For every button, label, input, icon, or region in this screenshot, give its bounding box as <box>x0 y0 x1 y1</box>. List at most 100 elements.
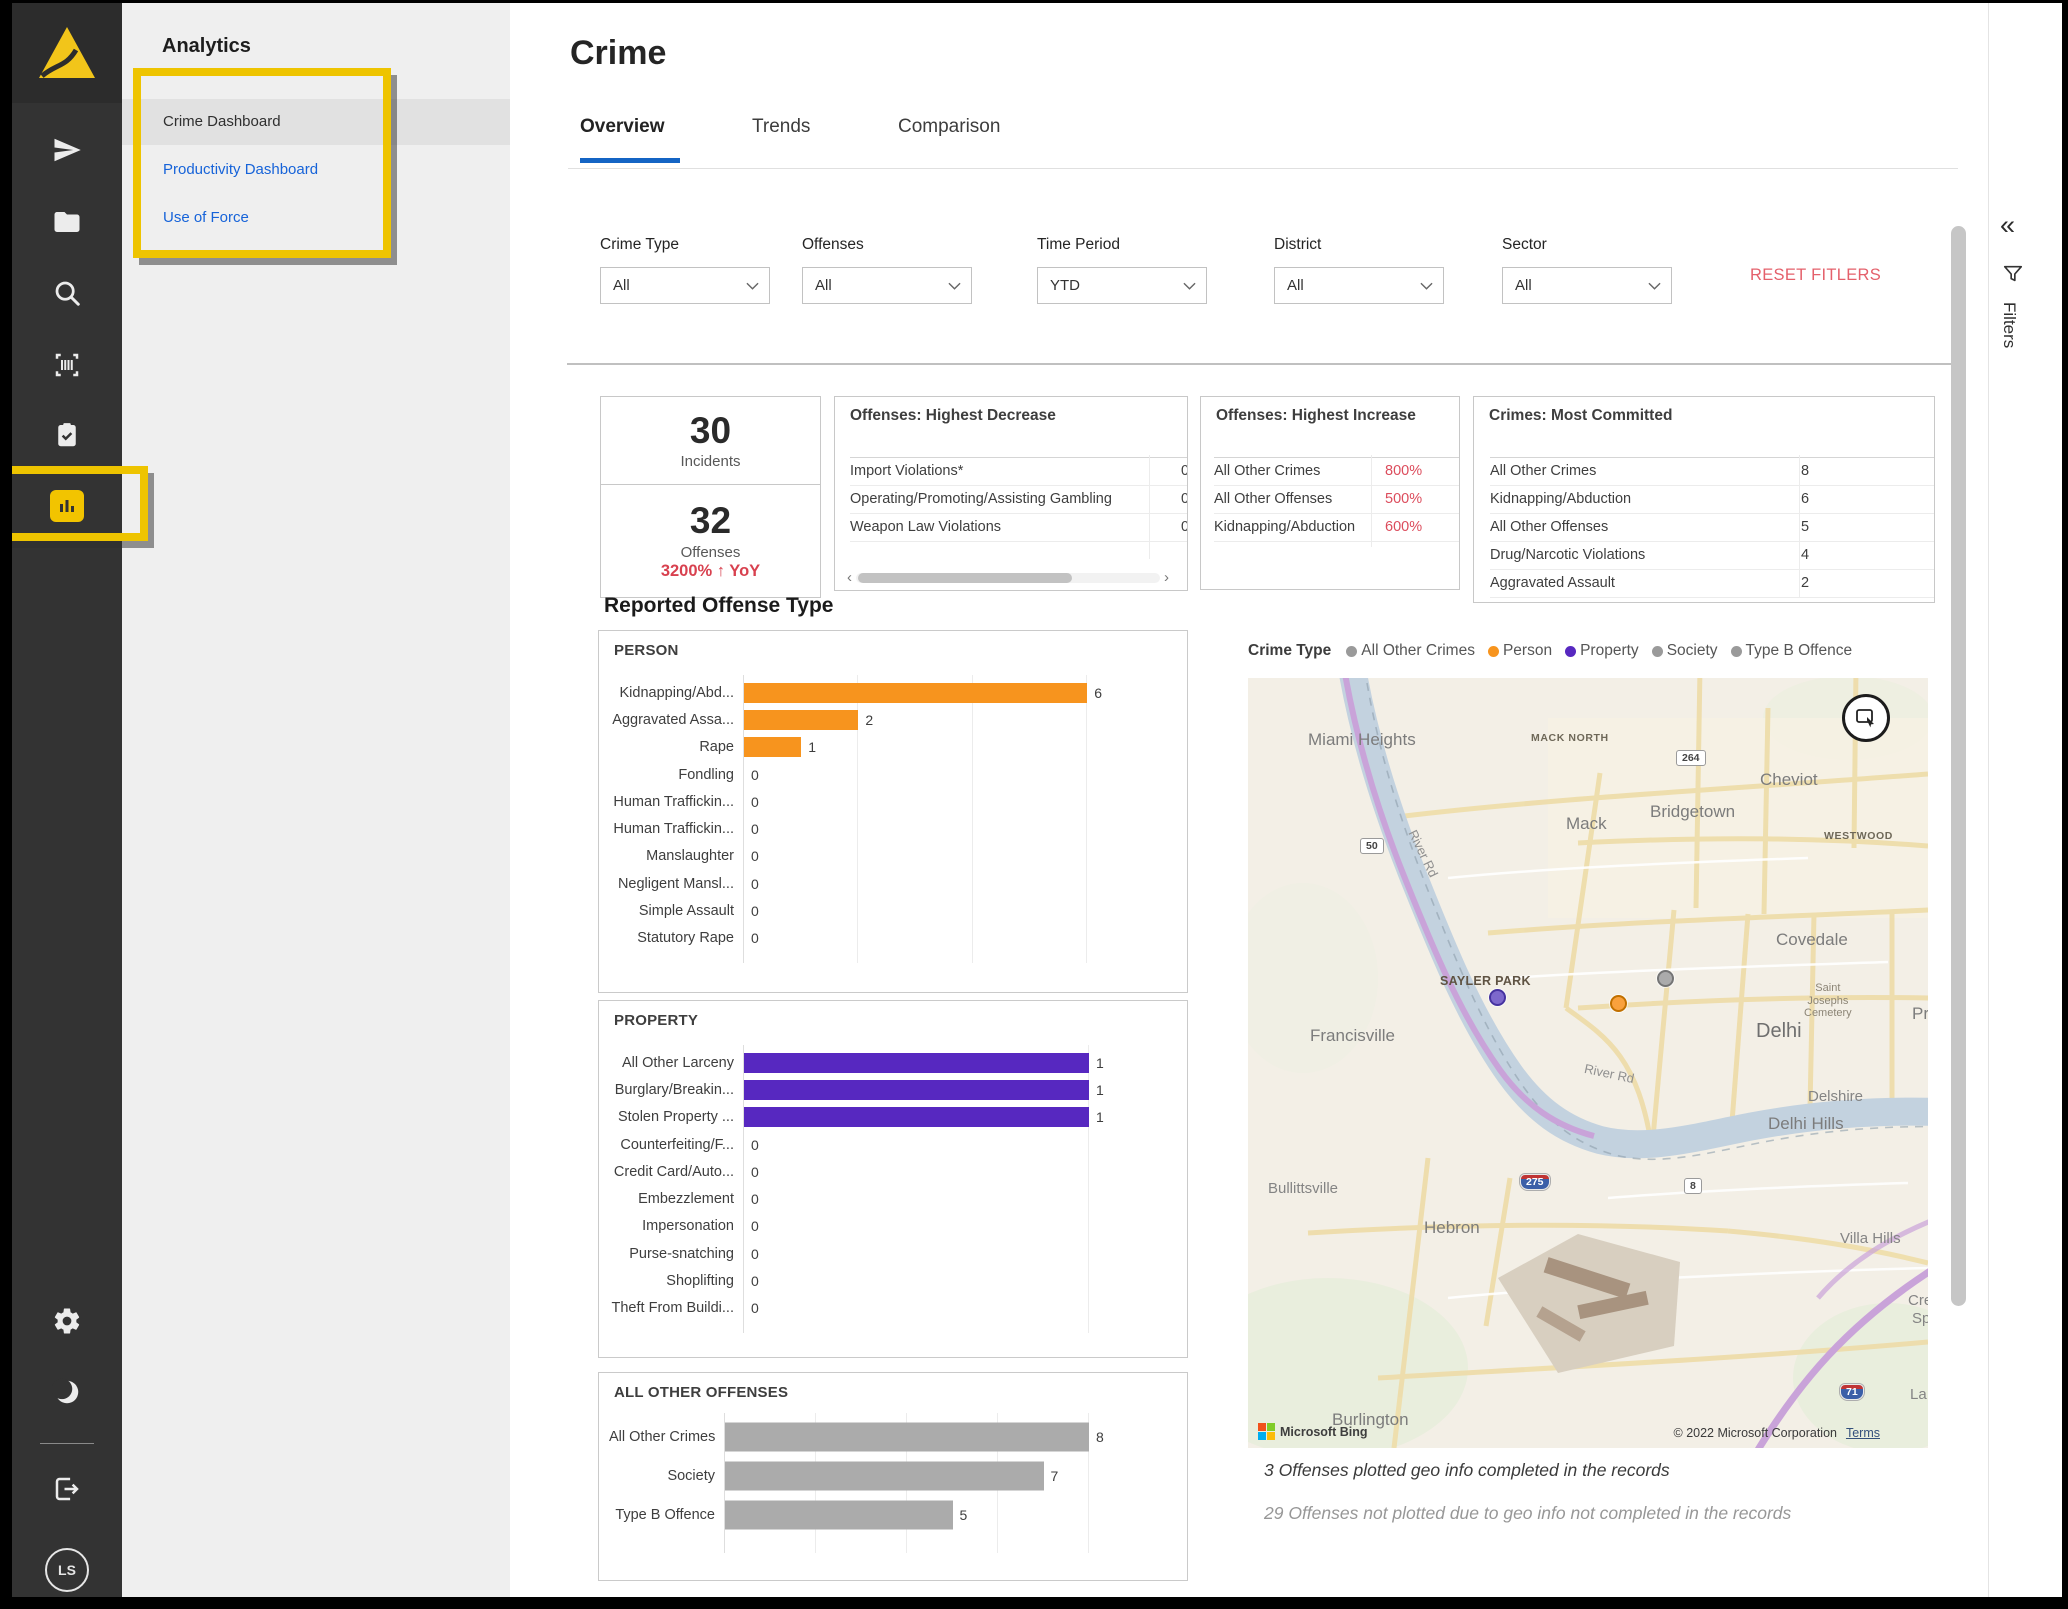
chart-bar[interactable] <box>744 1053 1089 1073</box>
legend-item-property[interactable]: Property <box>1565 642 1639 660</box>
map-place-label-cres: Cres <box>1908 1292 1928 1309</box>
chart-category-label: Impersonation <box>609 1218 743 1234</box>
chart-row-statutory-rape-9: Statutory Rape0 <box>609 925 1173 952</box>
chart-bar-area: 0 <box>743 1213 1173 1240</box>
legend-dot <box>1565 646 1576 657</box>
nav-item-crime-dashboard[interactable]: Crime Dashboard <box>163 113 281 130</box>
map-place-label-sayler-park: SAYLER PARK <box>1440 974 1531 988</box>
map-selection-tool[interactable] <box>1842 694 1890 742</box>
chart-bar[interactable] <box>744 710 858 730</box>
list-row-all-other-crimes: All Other Crimes8 <box>1490 457 1934 486</box>
chart-bar[interactable] <box>744 683 1087 703</box>
tab-overview[interactable]: Overview <box>580 116 665 138</box>
filter-time-period: Time PeriodYTD <box>1037 236 1207 304</box>
offenses-label: Offenses <box>681 544 741 561</box>
window-frame <box>0 0 2068 3</box>
reported-offense-type-title: Reported Offense Type <box>604 594 833 618</box>
send-icon[interactable] <box>52 135 82 165</box>
property-chart-card: PROPERTY All Other Larceny1Burglary/Brea… <box>598 1000 1188 1358</box>
list-item-name: Kidnapping/Abduction <box>1490 491 1780 507</box>
tab-trends[interactable]: Trends <box>752 116 810 138</box>
chart-bar[interactable] <box>725 1500 953 1529</box>
map-place-label-delshire: Delshire <box>1808 1088 1863 1105</box>
chart-bar[interactable] <box>744 1080 1089 1100</box>
person-bar-chart: Kidnapping/Abd...6Aggravated Assa...2Rap… <box>609 679 1173 961</box>
chart-bar[interactable] <box>744 737 801 757</box>
map-place-label-miami-heights: Miami Heights <box>1308 730 1416 750</box>
nav-item-use-of-force[interactable]: Use of Force <box>163 209 249 226</box>
dark-mode-moon-icon[interactable] <box>52 1377 82 1407</box>
clipboard-check-icon[interactable] <box>52 420 82 450</box>
chart-row-human-traffickin-4: Human Traffickin...0 <box>609 788 1173 815</box>
app-sidebar: LS <box>12 3 122 1597</box>
reset-filters-button[interactable]: RESET FITLERS <box>1750 266 1881 285</box>
all-other-offenses-bar-chart: All Other Crimes8Society7Type B Offence5 <box>609 1417 1173 1567</box>
filter-select-time-period[interactable]: YTD <box>1037 267 1207 304</box>
chart-bar[interactable] <box>725 1461 1044 1490</box>
expand-filters-icon[interactable]: « <box>2000 210 2015 241</box>
filters-panel-label[interactable]: Filters <box>1999 302 2019 348</box>
filter-select-offenses[interactable]: All <box>802 267 972 304</box>
chart-row-purse-snatching-7: Purse-snatching0 <box>609 1240 1173 1267</box>
chart-row-impersonation-6: Impersonation0 <box>609 1213 1173 1240</box>
chart-category-label: Human Traffickin... <box>609 794 743 810</box>
filter-select-crime-type[interactable]: All <box>600 267 770 304</box>
scroll-right-icon[interactable]: › <box>1164 570 1169 585</box>
chart-row-simple-assault-8: Simple Assault0 <box>609 897 1173 924</box>
logout-icon[interactable] <box>52 1474 82 1504</box>
list-item-name: Kidnapping/Abduction <box>1214 519 1364 535</box>
filter-select-district[interactable]: All <box>1274 267 1444 304</box>
legend-item-person[interactable]: Person <box>1488 642 1552 660</box>
barcode-scanner-icon[interactable] <box>52 350 82 380</box>
chart-bar[interactable] <box>744 1107 1089 1127</box>
offenses-value: 32 <box>690 501 731 542</box>
horizontal-scrollbar[interactable]: ‹ › <box>847 571 1169 584</box>
chart-row-manslaughter-6: Manslaughter0 <box>609 843 1173 870</box>
most-committed-list: All Other Crimes8Kidnapping/Abduction6Al… <box>1490 457 1934 598</box>
card-title: Offenses: Highest Decrease <box>850 407 1056 425</box>
map-point-property[interactable] <box>1489 989 1506 1006</box>
legend-item-type-b-offence[interactable]: Type B Offence <box>1731 642 1853 660</box>
chart-row-all-other-crimes-0: All Other Crimes8 <box>609 1417 1173 1456</box>
road-shield-8: 8 <box>1684 1178 1702 1194</box>
filter-label: District <box>1274 236 1444 254</box>
chart-bar-area: 0 <box>743 788 1173 815</box>
analytics-bar-chart-icon[interactable] <box>50 490 84 522</box>
chart-category-label: All Other Larceny <box>609 1055 743 1071</box>
filter-offenses: OffensesAll <box>802 236 972 304</box>
app-logo[interactable] <box>12 3 122 103</box>
copyright-text: © 2022 Microsoft Corporation <box>1674 1426 1837 1440</box>
chevron-down-icon <box>1648 282 1661 290</box>
geo-plotted-note: 3 Offenses plotted geo info completed in… <box>1264 1460 1670 1481</box>
settings-gear-icon[interactable] <box>52 1306 82 1336</box>
chart-row-embezzlement-5: Embezzlement0 <box>609 1185 1173 1212</box>
map-legend-title: Crime Type <box>1248 642 1331 660</box>
crime-map[interactable]: Miami HeightsMACK NORTHCheviotMackBridge… <box>1248 678 1928 1448</box>
nav-item-productivity-dashboard[interactable]: Productivity Dashboard <box>163 161 318 178</box>
active-tab-indicator <box>580 158 680 163</box>
filter-funnel-icon[interactable] <box>2002 263 2024 290</box>
card-title: Crimes: Most Committed <box>1489 407 1672 425</box>
chart-row-burglary-breakin-1: Burglary/Breakin...1 <box>609 1076 1173 1103</box>
terms-link[interactable]: Terms <box>1846 1426 1880 1440</box>
page-title: Crime <box>570 34 666 73</box>
scrollbar-thumb[interactable] <box>858 573 1072 583</box>
scrollbar-track[interactable] <box>856 573 1160 583</box>
tab-comparison[interactable]: Comparison <box>898 116 1000 138</box>
user-avatar[interactable]: LS <box>45 1548 89 1592</box>
map-place-label-delhi: Delhi <box>1756 1020 1802 1043</box>
legend-item-society[interactable]: Society <box>1652 642 1718 660</box>
list-item-value: 4 <box>1801 547 1809 563</box>
vertical-scrollbar[interactable] <box>1951 226 1966 1306</box>
scroll-left-icon[interactable]: ‹ <box>847 570 852 585</box>
window-frame <box>0 0 12 1609</box>
chart-bar[interactable] <box>725 1422 1089 1451</box>
legend-item-all-other-crimes[interactable]: All Other Crimes <box>1346 642 1475 660</box>
search-icon[interactable] <box>52 278 82 308</box>
road-shield-71: 71 <box>1840 1384 1864 1400</box>
map-point-all-other-crimes[interactable] <box>1657 970 1674 987</box>
map-point-person[interactable] <box>1610 995 1627 1012</box>
filter-select-sector[interactable]: All <box>1502 267 1672 304</box>
folder-icon[interactable] <box>52 207 82 237</box>
crime-dashboard-screen: LS Analytics Crime Dashboard Productivit… <box>0 0 2068 1609</box>
